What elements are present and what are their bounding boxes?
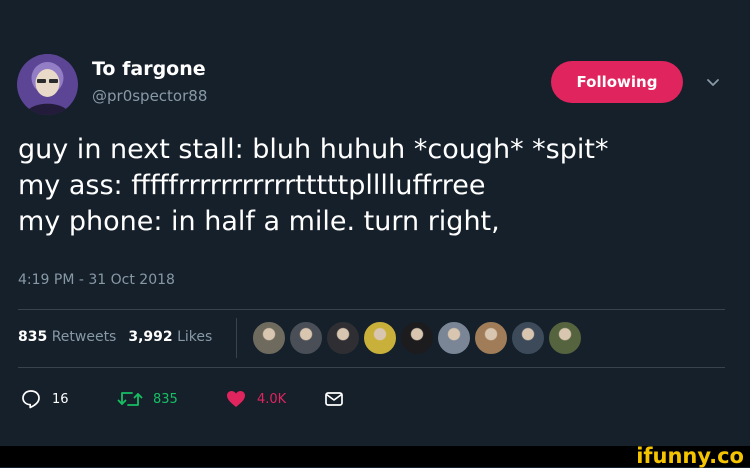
retweets-stat[interactable]: 835 Retweets	[18, 329, 116, 345]
like-count: 4.0K	[257, 391, 287, 407]
user-handle[interactable]: @pr0spector88	[92, 87, 207, 105]
retweet-button[interactable]: 835	[117, 384, 178, 414]
engagement-stats: 835 Retweets 3,992 Likes	[18, 329, 212, 345]
tweet-text-line: my phone: in half a mile. turn right,	[18, 206, 500, 237]
chevron-down-icon[interactable]	[700, 73, 726, 93]
retweets-count: 835	[18, 329, 48, 345]
retweet-icon	[117, 392, 143, 406]
direct-message-button[interactable]	[323, 384, 345, 414]
tweet-text: guy in next stall: bluh huhuh *cough* *s…	[18, 132, 738, 240]
retweet-count: 835	[153, 391, 178, 407]
like-button[interactable]: 4.0K	[225, 384, 286, 414]
liker-avatar[interactable]	[511, 321, 545, 355]
display-name[interactable]: To fargone	[92, 58, 206, 80]
liker-avatar[interactable]	[252, 321, 286, 355]
liker-avatar[interactable]	[400, 321, 434, 355]
tweet-card: To fargone @pr0spector88 Following guy i…	[0, 0, 750, 446]
watermark-bar: ifunny.co	[0, 444, 750, 468]
likes-stat[interactable]: 3,992 Likes	[128, 329, 212, 345]
tweet-timestamp[interactable]: 4:19 PM - 31 Oct 2018	[18, 272, 175, 288]
reply-count: 16	[52, 391, 69, 407]
divider	[18, 309, 725, 310]
liker-avatar[interactable]	[289, 321, 323, 355]
heart-icon	[227, 391, 245, 407]
reply-button[interactable]: 16	[20, 384, 69, 414]
liker-avatar[interactable]	[548, 321, 582, 355]
tweet-text-line: guy in next stall: bluh huhuh *cough* *s…	[18, 134, 609, 165]
retweets-label: Retweets	[51, 329, 117, 345]
user-avatar[interactable]	[17, 54, 78, 115]
likes-label: Likes	[177, 329, 213, 345]
avatar-portrait-icon	[17, 54, 78, 115]
liker-avatar[interactable]	[326, 321, 360, 355]
liker-avatar[interactable]	[363, 321, 397, 355]
divider	[18, 367, 725, 368]
ifunny-watermark: ifunny.co	[636, 444, 744, 468]
envelope-icon	[325, 392, 343, 406]
tweet-text-line: my ass: fffffrrrrrrrrrrrtttttplllluffrre…	[18, 170, 486, 201]
liker-avatar[interactable]	[437, 321, 471, 355]
reply-icon	[22, 390, 40, 409]
tweet-actions: 16 835 4.0K	[0, 384, 750, 414]
likes-count: 3,992	[128, 329, 173, 345]
following-button[interactable]: Following	[551, 61, 683, 103]
liker-avatar[interactable]	[474, 321, 508, 355]
stats-separator	[236, 318, 237, 358]
